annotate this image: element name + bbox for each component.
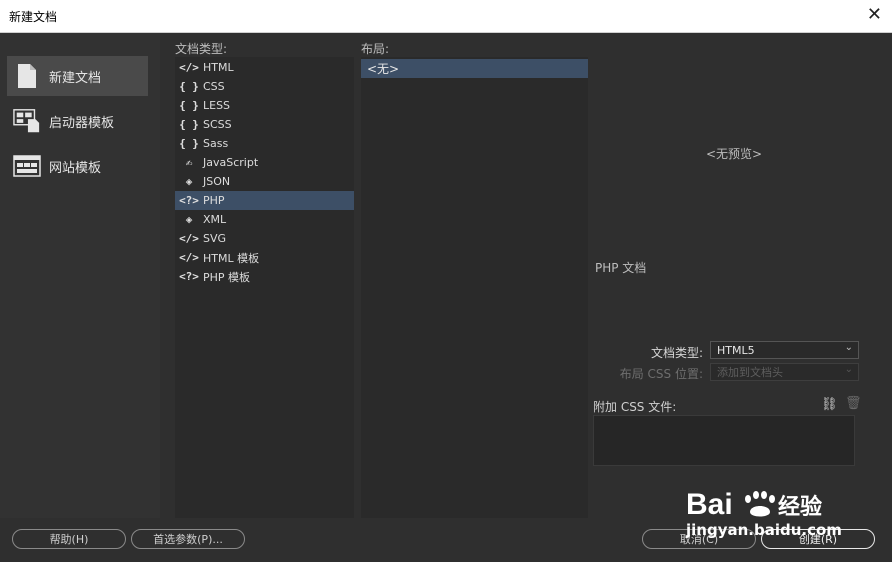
category-site-templates[interactable]: 网站模板 <box>7 146 148 186</box>
doc-type-php-template[interactable]: <?> PHP 模板 <box>175 267 354 286</box>
layout-css-select-value: 添加到文档头 <box>717 366 783 379</box>
layout-item-none[interactable]: <无> <box>361 59 588 78</box>
svg-text:经验: 经验 <box>778 494 822 520</box>
category-new-document[interactable]: 新建文档 <box>7 56 148 96</box>
doc-type-css[interactable]: { } CSS <box>175 77 354 96</box>
doc-type-less[interactable]: { } LESS <box>175 96 354 115</box>
php-tag-icon: <?> <box>179 194 199 207</box>
link-icon[interactable]: ⛓ <box>821 397 838 412</box>
doc-type-select-value: HTML5 <box>717 343 755 357</box>
close-icon[interactable]: ✕ <box>867 4 882 25</box>
php-tag-icon: <?> <box>179 270 199 283</box>
attach-css-label: 附加 CSS 文件: <box>593 400 677 414</box>
category-label: 新建文档 <box>49 70 102 86</box>
doc-type-label: SCSS <box>203 118 232 131</box>
site-template-icon <box>13 155 41 177</box>
title-bar: 新建文档 ✕ <box>0 0 892 33</box>
braces-icon: { } <box>179 99 199 112</box>
doc-type-header: 文档类型: <box>175 42 228 56</box>
document-description: PHP 文档 <box>595 261 647 275</box>
chevron-down-icon: ⌄ <box>844 342 853 353</box>
layout-header: 布局: <box>361 42 390 56</box>
doc-type-label: XML <box>203 213 227 226</box>
doc-type-label: Sass <box>203 137 229 150</box>
doc-type-field-label: 文档类型: <box>650 346 703 360</box>
doc-type-sass[interactable]: { } Sass <box>175 134 354 153</box>
doc-type-php[interactable]: <?> PHP <box>175 191 354 210</box>
doc-type-json[interactable]: ◈ JSON <box>175 172 354 191</box>
doc-type-xml[interactable]: ◈ XML <box>175 210 354 229</box>
doc-type-label: HTML 模板 <box>203 251 260 265</box>
doc-type-html-template[interactable]: </> HTML 模板 <box>175 248 354 267</box>
xml-icon: ◈ <box>185 213 193 226</box>
doc-type-label: PHP <box>203 194 225 207</box>
doc-type-label: HTML <box>203 61 234 74</box>
attached-css-list[interactable] <box>593 415 855 466</box>
doc-type-label: PHP 模板 <box>203 270 251 284</box>
create-button[interactable]: 创建(R) <box>761 529 875 549</box>
trash-icon[interactable]: 🗑 <box>845 396 862 411</box>
javascript-icon: ✍ <box>185 156 193 169</box>
window-title: 新建文档 <box>9 10 58 24</box>
braces-icon: { } <box>179 80 199 93</box>
doc-type-label: JSON <box>203 175 231 188</box>
category-starter-templates[interactable]: 启动器模板 <box>7 101 148 141</box>
layout-css-select[interactable]: 添加到文档头 ⌄ <box>710 363 859 381</box>
doc-type-html[interactable]: </> HTML <box>175 58 354 77</box>
doc-type-label: CSS <box>203 80 225 93</box>
doc-type-label: SVG <box>203 232 227 245</box>
code-tag-icon: </> <box>179 61 199 74</box>
layout-list: <无> <box>361 57 588 518</box>
preferences-button[interactable]: 首选参数(P)... <box>131 529 245 549</box>
doc-type-select[interactable]: HTML5 ⌄ <box>710 341 859 359</box>
doc-type-label: LESS <box>203 99 231 112</box>
code-tag-icon: </> <box>179 251 199 264</box>
doc-type-scss[interactable]: { } SCSS <box>175 115 354 134</box>
code-tag-icon: </> <box>179 232 199 245</box>
starter-template-icon <box>13 108 41 134</box>
category-pane: 新建文档 启动器模板 网站模板 <box>0 33 160 518</box>
preview-placeholder: <无预览> <box>706 147 763 161</box>
chevron-down-icon: ⌄ <box>844 364 853 375</box>
braces-icon: { } <box>179 118 199 131</box>
new-document-icon <box>13 63 41 89</box>
doc-type-svg[interactable]: </> SVG <box>175 229 354 248</box>
doc-type-label: JavaScript <box>203 156 259 169</box>
svg-text:Bai: Bai <box>686 488 733 521</box>
json-icon: ◈ <box>185 175 193 188</box>
layout-css-field-label: 布局 CSS 位置: <box>619 367 703 381</box>
doc-type-list: </> HTML { } CSS { } LESS { } SCSS { } S… <box>175 57 354 518</box>
cancel-button[interactable]: 取消(C) <box>642 529 756 549</box>
category-label: 启动器模板 <box>49 115 115 131</box>
baidu-jingyan-watermark: Bai 经验 <box>686 488 822 521</box>
braces-icon: { } <box>179 137 199 150</box>
help-button[interactable]: 帮助(H) <box>12 529 126 549</box>
doc-type-javascript[interactable]: ✍ JavaScript <box>175 153 354 172</box>
category-label: 网站模板 <box>49 160 102 176</box>
